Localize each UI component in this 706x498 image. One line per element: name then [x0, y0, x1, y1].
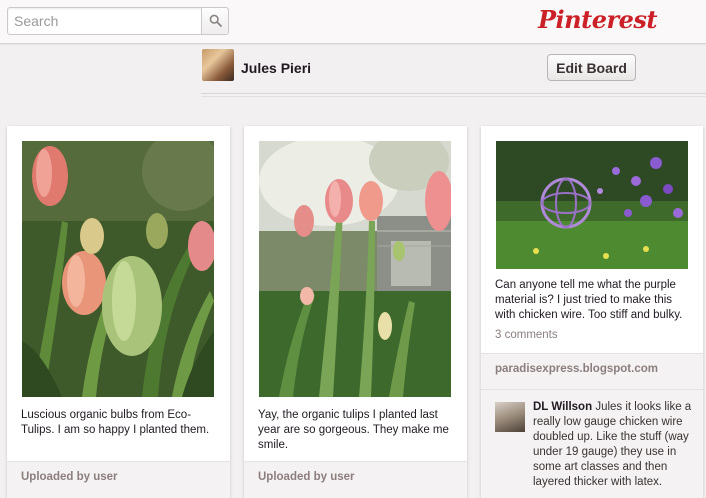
pin-description: Yay, the organic tulips I planted last y…: [258, 409, 449, 451]
pin-card-3[interactable]: Can anyone tell me what the purple mater…: [481, 126, 703, 498]
search-button[interactable]: [201, 8, 228, 34]
pin-footer: Uploaded by user: [244, 461, 467, 498]
comment-text: DL Willson Jules it looks like a really …: [533, 400, 703, 490]
pin-description: Can anyone tell me what the purple mater…: [495, 279, 683, 321]
top-header: Pinterest: [0, 0, 706, 44]
comment: DL Willson Jules it looks like a really …: [481, 389, 703, 498]
commenter-avatar[interactable]: [495, 402, 525, 432]
pin-footer: paradisexpress.blogspot.com: [481, 353, 703, 390]
pin-description: Luscious organic bulbs from Eco-Tulips. …: [21, 409, 210, 436]
pin-card-1[interactable]: Luscious organic bulbs from Eco-Tulips. …: [7, 126, 230, 498]
search-icon: [209, 14, 222, 27]
pin-image-garden-tulips[interactable]: [259, 141, 451, 397]
user-name-link[interactable]: Jules Pieri: [241, 60, 311, 76]
pin-footer: Uploaded by user: [7, 461, 230, 498]
edit-board-button[interactable]: Edit Board: [547, 54, 636, 81]
pin-image-purple-sculpture[interactable]: [496, 141, 688, 269]
pin-source[interactable]: Uploaded by user: [21, 471, 118, 483]
comments-count-link[interactable]: 3 comments: [495, 329, 558, 341]
search-box: [7, 7, 229, 35]
search-input[interactable]: [8, 8, 201, 34]
board-header: Jules Pieri Edit Board: [201, 46, 706, 97]
pin-image-tulips[interactable]: [22, 141, 214, 397]
pin-source[interactable]: Uploaded by user: [258, 471, 355, 483]
comment-author[interactable]: DL Willson: [533, 401, 592, 413]
pinterest-logo[interactable]: Pinterest: [538, 5, 657, 34]
comment-body: Jules it looks like a really low gauge c…: [533, 401, 692, 488]
pin-source-link[interactable]: paradisexpress.blogspot.com: [495, 363, 658, 375]
user-avatar[interactable]: [202, 49, 234, 81]
pin-card-2[interactable]: Yay, the organic tulips I planted last y…: [244, 126, 467, 498]
